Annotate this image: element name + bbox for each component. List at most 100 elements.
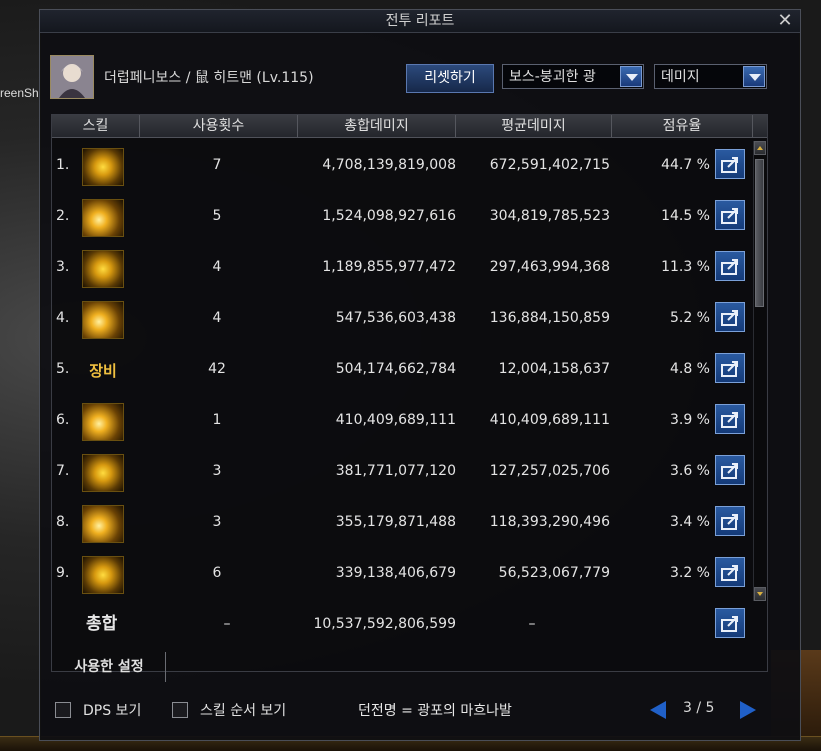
share-total-button[interactable] — [715, 608, 745, 638]
table-scrollbar[interactable] — [753, 141, 766, 601]
skill-order-checkbox[interactable] — [172, 702, 188, 718]
row-avg-damage: 304,819,785,523 — [489, 208, 610, 224]
character-info: 더럽페니보스 / 鼠 히트맨 (Lv.115) — [104, 70, 314, 86]
table-row: 4. 4 547,536,603,438 136,884,150,859 5.2 % — [52, 293, 752, 344]
combat-report-window: 전투 리포트 ✕ 더럽페니보스 / 鼠 히트맨 (Lv.115) 리셋하기 보스… — [39, 9, 801, 741]
footer: DPS 보기 스킬 순서 보기 던전명 = 광포의 마흐나발 3 / 5 — [40, 696, 800, 728]
chevron-down-icon[interactable] — [620, 66, 642, 87]
row-share: 3.6 % — [669, 463, 710, 479]
slash-skill-icon — [82, 148, 124, 186]
table-row: 2. 5 1,524,098,927,616 304,819,785,523 14.5 … — [52, 191, 752, 242]
spiral-skill-icon — [82, 556, 124, 594]
share-button[interactable] — [715, 557, 745, 587]
dash-skill-icon — [82, 454, 124, 492]
row-avg-damage: 12,004,158,637 — [498, 361, 610, 377]
table-row: 6. 1 410,409,689,111 410,409,689,111 3.9 % — [52, 395, 752, 446]
column-share[interactable]: 점유율 — [612, 115, 753, 137]
row-avg-damage: 672,591,402,715 — [489, 157, 610, 173]
chevron-down-icon[interactable] — [743, 66, 765, 87]
scroll-thumb[interactable] — [755, 159, 764, 307]
row-avg-damage: 410,409,689,111 — [489, 412, 610, 428]
share-button[interactable] — [715, 149, 745, 179]
skill-icon-cell — [82, 250, 124, 288]
row-total-damage: 355,179,871,488 — [335, 514, 456, 530]
row-uses: 4 — [212, 310, 222, 326]
table-row: 8. 3 355,179,871,488 118,393,290,496 3.4 % — [52, 497, 752, 548]
row-share: 5.2 % — [669, 310, 710, 326]
skill-icon-cell — [82, 556, 124, 594]
total-avg: – — [528, 616, 536, 632]
boss-select[interactable]: 보스-붕괴한 광 — [502, 64, 644, 89]
row-uses: 6 — [212, 565, 222, 581]
equipment-text-icon: 장비 — [89, 362, 117, 380]
row-uses: 1 — [212, 412, 222, 428]
used-settings-tab[interactable]: 사용한 설정 — [53, 652, 166, 682]
skill-icon-cell — [82, 301, 124, 339]
row-uses: 7 — [212, 157, 222, 173]
boss-select-value: 보스-붕괴한 광 — [509, 69, 596, 85]
skill-damage-table: 스킬 사용횟수 총합데미지 평균데미지 점유율 1. 7 4,708,139,819… — [51, 114, 768, 672]
row-total-damage: 1,524,098,927,616 — [322, 208, 456, 224]
share-button[interactable] — [715, 506, 745, 536]
total-uses: – — [223, 616, 231, 632]
row-uses: 5 — [212, 208, 222, 224]
column-skill[interactable]: 스킬 — [52, 115, 140, 137]
close-icon[interactable]: ✕ — [776, 11, 794, 31]
table-row: 7. 3 381,771,077,120 127,257,025,706 3.6 % — [52, 446, 752, 497]
row-rank: 5. — [56, 361, 70, 377]
skill-order-label: 스킬 순서 보기 — [200, 703, 287, 719]
table-row: 3. 4 1,189,855,977,472 297,463,994,368 11.3 … — [52, 242, 752, 293]
table-row: 5. 장비 42 504,174,662,784 12,004,158,637 4.8 % — [52, 344, 752, 395]
total-damage: 10,537,592,806,599 — [313, 616, 456, 632]
background-player-name: reenSh — [0, 86, 39, 100]
metric-select-value: 데미지 — [661, 69, 700, 85]
next-page-icon[interactable] — [740, 701, 756, 719]
row-total-damage: 504,174,662,784 — [335, 361, 456, 377]
row-avg-damage: 127,257,025,706 — [489, 463, 610, 479]
row-uses: 4 — [212, 259, 222, 275]
share-button[interactable] — [715, 404, 745, 434]
dps-label: DPS 보기 — [83, 703, 142, 719]
claw-skill-icon — [82, 199, 124, 237]
row-rank: 7. — [56, 463, 70, 479]
blade-skill-icon — [82, 505, 124, 543]
row-share: 44.7 % — [661, 157, 710, 173]
scroll-down-icon[interactable] — [754, 587, 766, 601]
row-rank: 1. — [56, 157, 70, 173]
scroll-up-icon[interactable] — [754, 141, 766, 155]
column-avg-damage[interactable]: 평균데미지 — [456, 115, 612, 137]
row-avg-damage: 136,884,150,859 — [489, 310, 610, 326]
row-rank: 6. — [56, 412, 70, 428]
page-indicator: 3 / 5 — [683, 700, 715, 716]
row-avg-damage: 297,463,994,368 — [489, 259, 610, 275]
reset-button[interactable]: 리셋하기 — [406, 64, 494, 93]
share-button[interactable] — [715, 251, 745, 281]
row-total-damage: 410,409,689,111 — [335, 412, 456, 428]
column-uses[interactable]: 사용횟수 — [140, 115, 298, 137]
row-total-damage: 4,708,139,819,008 — [322, 157, 456, 173]
skill-icon-cell — [82, 454, 124, 492]
metric-select[interactable]: 데미지 — [654, 64, 767, 89]
row-uses: 42 — [208, 361, 226, 377]
total-label: 총합 — [86, 614, 118, 634]
row-rank: 8. — [56, 514, 70, 530]
share-button[interactable] — [715, 353, 745, 383]
dps-checkbox[interactable] — [55, 702, 71, 718]
prev-page-icon[interactable] — [650, 701, 666, 719]
share-button[interactable] — [715, 200, 745, 230]
row-share: 3.4 % — [669, 514, 710, 530]
character-portrait — [50, 55, 94, 99]
skill-icon-cell: 장비 — [82, 352, 124, 388]
skill-icon-cell — [82, 403, 124, 441]
row-total-damage: 1,189,855,977,472 — [322, 259, 456, 275]
window-title: 전투 리포트 — [40, 10, 800, 33]
row-rank: 9. — [56, 565, 70, 581]
share-button[interactable] — [715, 455, 745, 485]
total-row: 총합 – 10,537,592,806,599 – — [52, 599, 752, 650]
row-avg-damage: 56,523,067,779 — [498, 565, 610, 581]
cross-slash-skill-icon — [82, 301, 124, 339]
dungeon-name: 던전명 = 광포의 마흐나발 — [358, 703, 512, 719]
share-button[interactable] — [715, 302, 745, 332]
column-total-damage[interactable]: 총합데미지 — [298, 115, 456, 137]
table-row: 1. 7 4,708,139,819,008 672,591,402,715 44.7 … — [52, 140, 752, 191]
